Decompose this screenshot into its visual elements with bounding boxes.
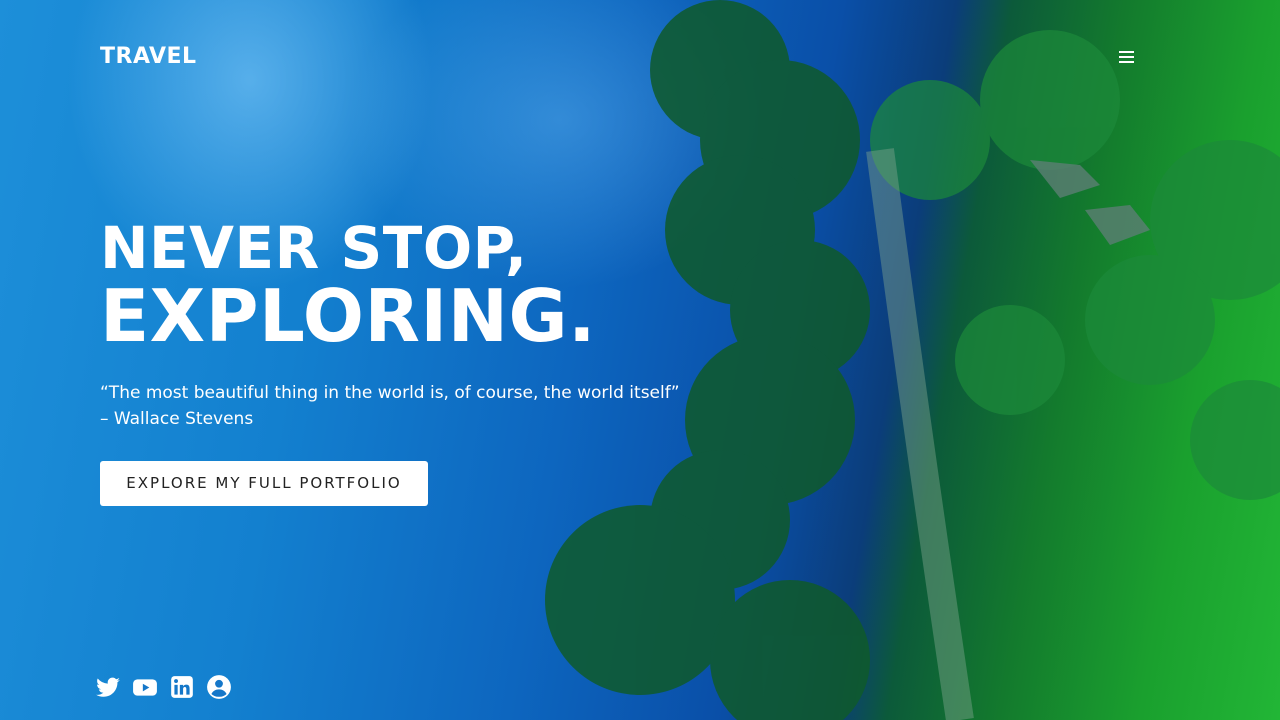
linkedin-icon[interactable]: [169, 674, 195, 700]
hamburger-icon[interactable]: [1119, 51, 1135, 64]
site-logo[interactable]: TRAVEL: [100, 44, 197, 69]
user-icon[interactable]: [206, 674, 232, 700]
social-links: [95, 674, 232, 700]
youtube-icon[interactable]: [132, 674, 158, 700]
hero-quote: “The most beautiful thing in the world i…: [100, 380, 740, 432]
quote-text: “The most beautiful thing in the world i…: [100, 383, 680, 403]
quote-author: – Wallace Stevens: [100, 409, 254, 429]
headline-line-2: EXPLORING.: [100, 274, 596, 358]
twitter-icon[interactable]: [95, 674, 121, 700]
hero-background: [0, 0, 1280, 720]
explore-portfolio-button[interactable]: EXPLORE MY FULL PORTFOLIO: [100, 461, 428, 506]
headline-line-1: NEVER STOP,: [100, 214, 528, 282]
aerial-island-image: [545, 0, 1280, 720]
hero-headline: NEVER STOP, EXPLORING.: [100, 216, 596, 354]
